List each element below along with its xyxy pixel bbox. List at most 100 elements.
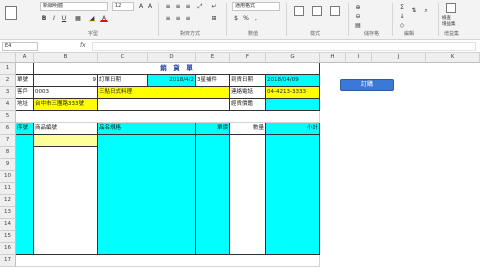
- col-header-C[interactable]: C: [98, 53, 148, 63]
- cell-row5[interactable]: [16, 111, 320, 123]
- comma-icon[interactable]: ,: [252, 14, 260, 22]
- grow-font-icon[interactable]: A: [137, 2, 145, 10]
- label-customer[interactable]: 客戶: [16, 87, 34, 99]
- order-button[interactable]: 訂購: [340, 79, 394, 91]
- col-header-B[interactable]: B: [34, 53, 98, 63]
- formula-input[interactable]: [92, 42, 476, 51]
- paste-icon[interactable]: [5, 6, 17, 20]
- name-box[interactable]: E4: [2, 42, 38, 51]
- cell-A1[interactable]: [16, 63, 34, 75]
- col-header-F[interactable]: F: [230, 53, 266, 63]
- row-header-3[interactable]: 3: [0, 87, 16, 99]
- orientation-icon[interactable]: ⤢: [196, 2, 204, 10]
- clear-icon[interactable]: ◇: [398, 21, 406, 29]
- fill-color-icon[interactable]: ◢: [88, 14, 96, 22]
- italic-icon[interactable]: I: [50, 14, 58, 22]
- row-header-10[interactable]: 10: [0, 171, 16, 183]
- wrap-text-icon[interactable]: ↵: [210, 2, 218, 10]
- row-header-9[interactable]: 9: [0, 159, 16, 171]
- order-no-value[interactable]: 9: [34, 75, 98, 87]
- percent-icon[interactable]: %: [242, 14, 250, 22]
- product-code-first-input[interactable]: [34, 135, 98, 147]
- align-left-icon[interactable]: ≡: [164, 14, 172, 22]
- shrink-font-icon[interactable]: A: [146, 2, 154, 10]
- label-address[interactable]: 地址: [16, 99, 34, 111]
- spec-column[interactable]: [98, 135, 196, 255]
- cell-styles-icon[interactable]: [330, 6, 340, 16]
- header-qty[interactable]: 數量: [230, 123, 266, 135]
- customer-name-value[interactable]: 三點日式料理: [98, 87, 230, 99]
- format-cells-icon[interactable]: ▤: [354, 21, 362, 29]
- manager-value[interactable]: [266, 99, 320, 111]
- product-code-column[interactable]: [34, 135, 98, 255]
- addins-icon[interactable]: [446, 3, 456, 13]
- qty-column[interactable]: [230, 135, 266, 255]
- row-header-14[interactable]: 14: [0, 219, 16, 231]
- align-middle-icon[interactable]: ≡: [174, 2, 182, 10]
- address-value[interactable]: 台中市三團路333號: [34, 99, 98, 111]
- sheet-title[interactable]: 銷 貨 單: [34, 63, 320, 75]
- cell-row17[interactable]: [16, 255, 320, 267]
- currency-icon[interactable]: $: [232, 14, 240, 22]
- row-header-4[interactable]: 4: [0, 99, 16, 111]
- note-value[interactable]: 3星補件: [196, 75, 230, 87]
- row-header-5[interactable]: 5: [0, 111, 16, 123]
- delete-cells-icon[interactable]: ⊖: [354, 12, 362, 20]
- select-all-corner[interactable]: [0, 53, 16, 63]
- font-name-box[interactable]: 新細明體: [40, 2, 108, 11]
- row-header-11[interactable]: 11: [0, 183, 16, 195]
- col-header-I[interactable]: I: [346, 53, 372, 63]
- header-seq[interactable]: 序號: [16, 123, 34, 135]
- address-continuation[interactable]: [98, 99, 230, 111]
- seq-column[interactable]: [16, 135, 34, 255]
- col-header-D[interactable]: D: [148, 53, 196, 63]
- col-header-A[interactable]: A: [16, 53, 34, 63]
- phone-value[interactable]: 04-4213-3333: [266, 87, 320, 99]
- row-header-1[interactable]: 1: [0, 63, 16, 75]
- font-color-icon[interactable]: A: [100, 14, 108, 22]
- row-header-17[interactable]: 17: [0, 255, 16, 267]
- subtotal-column[interactable]: [266, 135, 320, 255]
- label-phone[interactable]: 連絡電話: [230, 87, 266, 99]
- find-select-icon[interactable]: ⌕: [422, 6, 430, 14]
- header-subtotal[interactable]: 小計: [266, 123, 320, 135]
- label-delivery-date[interactable]: 到貨日期: [230, 75, 266, 87]
- bold-icon[interactable]: B: [40, 14, 48, 22]
- align-center-icon[interactable]: ≡: [174, 14, 182, 22]
- autosum-icon[interactable]: Σ: [398, 3, 406, 11]
- insert-cells-icon[interactable]: ⊕: [354, 3, 362, 11]
- col-header-G[interactable]: G: [266, 53, 320, 63]
- header-unit-price[interactable]: 單價: [196, 123, 230, 135]
- align-top-icon[interactable]: ≡: [164, 2, 172, 10]
- col-header-H[interactable]: H: [320, 53, 346, 63]
- format-as-table-icon[interactable]: [312, 6, 322, 16]
- row-header-6[interactable]: 6: [0, 123, 16, 135]
- align-bottom-icon[interactable]: ≡: [184, 2, 192, 10]
- row-header-2[interactable]: 2: [0, 75, 16, 87]
- label-order-no[interactable]: 單號: [16, 75, 34, 87]
- row-header-8[interactable]: 8: [0, 147, 16, 159]
- row-header-7[interactable]: 7: [0, 135, 16, 147]
- conditional-format-icon[interactable]: [294, 6, 304, 16]
- merge-center-icon[interactable]: ⊞: [210, 14, 218, 22]
- col-header-J[interactable]: J: [372, 53, 426, 63]
- header-spec[interactable]: 品名規格: [98, 123, 196, 135]
- number-format-box[interactable]: 通用格式: [232, 2, 280, 11]
- sort-filter-icon[interactable]: ⇅: [410, 6, 418, 14]
- row-header-13[interactable]: 13: [0, 207, 16, 219]
- delivery-date-value[interactable]: 2018/04/09: [266, 75, 320, 87]
- col-header-E[interactable]: E: [196, 53, 230, 63]
- underline-icon[interactable]: U: [60, 14, 68, 22]
- label-order-date[interactable]: 訂單日期: [98, 75, 148, 87]
- order-date-value[interactable]: 2018/4/2: [148, 75, 196, 87]
- customer-code-value[interactable]: 0003: [34, 87, 98, 99]
- row-header-16[interactable]: 16: [0, 243, 16, 255]
- header-product-code[interactable]: 商品編號: [34, 123, 98, 135]
- row-header-12[interactable]: 12: [0, 195, 16, 207]
- fill-icon[interactable]: ↓: [398, 12, 406, 20]
- row-header-15[interactable]: 15: [0, 231, 16, 243]
- align-right-icon[interactable]: ≡: [184, 14, 192, 22]
- font-size-box[interactable]: 12: [112, 2, 134, 11]
- label-manager[interactable]: 經貨價鑑: [230, 99, 266, 111]
- border-icon[interactable]: ▦: [74, 14, 82, 22]
